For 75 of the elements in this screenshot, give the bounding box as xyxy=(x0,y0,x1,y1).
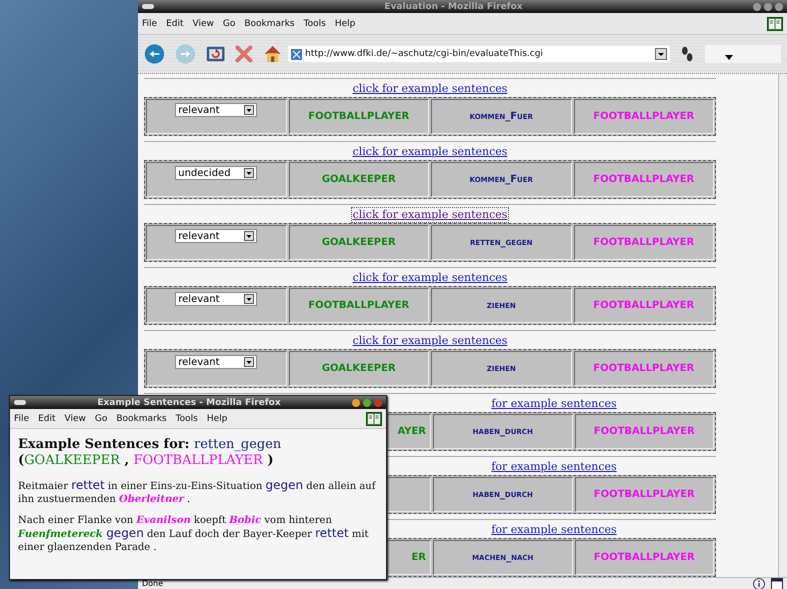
table-cell: FOOTBALLPLAYER xyxy=(574,225,714,260)
menu-item[interactable]: Bookmarks xyxy=(116,414,167,424)
table-cell: FOOTBALLPLAYER xyxy=(574,99,714,134)
menu-item[interactable]: File xyxy=(142,18,158,28)
table-cell: FOOTBALLPLAYER xyxy=(574,351,714,386)
example-sentence: Reitmaier rettet in einer Eins-zu-Eins-Situation gegen den allein auf ihn zustuermenden Oberleitner . xyxy=(18,479,377,506)
menu-item[interactable]: Tools xyxy=(176,414,198,424)
menu-item[interactable]: Help xyxy=(334,18,356,28)
table-cell: retten_gegen xyxy=(431,225,572,260)
table-cell: ziehen xyxy=(431,351,572,386)
close-button[interactable] xyxy=(374,398,382,406)
relevance-select[interactable]: relevant xyxy=(175,103,258,117)
caret-icon xyxy=(724,55,733,60)
table-cell: FOOTBALLPLAYER xyxy=(574,477,714,512)
menu-item[interactable]: View xyxy=(192,18,214,28)
table-cell: haben_durch xyxy=(433,477,572,512)
example-sentences-link[interactable]: for example sentences xyxy=(489,522,619,538)
address-field[interactable]: http://www.dfki.de/~aschutz/cgi-bin/evaluateThis.cgi xyxy=(288,46,670,62)
menu-item[interactable]: Edit xyxy=(38,414,56,424)
book-icon xyxy=(767,16,783,30)
table-cell: machen_nach xyxy=(433,540,572,575)
table-cell: GOALKEEPER xyxy=(288,351,429,386)
example-sentences-link[interactable]: click for example sentences xyxy=(350,270,510,286)
table-cell: FOOTBALLPLAYER xyxy=(574,414,714,449)
menu-item[interactable]: Edit xyxy=(166,18,184,28)
stop-button[interactable] xyxy=(235,43,253,65)
dropdown-button[interactable] xyxy=(655,48,668,60)
table-cell: ziehen xyxy=(431,288,572,323)
relevance-select[interactable]: relevant xyxy=(175,229,258,243)
menu-item[interactable]: Tools xyxy=(304,18,326,28)
heading: Example Sentences for: retten_gegen (GOALKEEPER , FOOTBALLPLAYER ) xyxy=(18,437,282,469)
example-sentences-link[interactable]: for example sentences xyxy=(489,459,619,475)
search-field[interactable] xyxy=(704,45,781,63)
relevance-select[interactable]: relevant xyxy=(175,292,258,306)
menu-item[interactable]: Go xyxy=(222,18,236,28)
dropdown-button[interactable] xyxy=(244,357,254,367)
relevance-select[interactable]: undecided xyxy=(175,166,258,180)
dropdown-button[interactable] xyxy=(244,231,254,241)
status-text: Done xyxy=(142,579,164,588)
window-title: Example Sentences - Mozilla Firefox xyxy=(96,398,282,408)
table-cell: kommen_Fuer xyxy=(431,99,572,134)
example-sentences-link[interactable]: click for example sentences xyxy=(350,333,510,349)
page-icon xyxy=(291,48,302,60)
dropdown-button[interactable] xyxy=(244,168,254,178)
book-icon xyxy=(366,412,382,426)
go-footprints-icon[interactable] xyxy=(680,44,695,64)
table-cell: FOOTBALLPLAYER xyxy=(288,99,429,134)
table-cell: GOALKEEPER xyxy=(288,225,429,260)
close-button[interactable] xyxy=(775,2,783,10)
table-cell: FOOTBALLPLAYER xyxy=(574,162,714,197)
menu-item[interactable]: View xyxy=(64,414,86,424)
table-cell: FOOTBALLPLAYER xyxy=(574,288,714,323)
example-sentences-link[interactable]: click for example sentences xyxy=(350,144,510,160)
menu-item[interactable]: File xyxy=(14,414,30,424)
window-title: Evaluation - Mozilla Firefox xyxy=(383,2,524,12)
window-menu-icon[interactable] xyxy=(14,400,26,405)
table-cell: GOALKEEPER xyxy=(288,162,429,197)
minimize-button[interactable] xyxy=(352,398,360,406)
table-cell: haben_durch xyxy=(433,414,572,449)
example-sentences-link[interactable]: for example sentences xyxy=(489,396,619,412)
example-sentences-link[interactable]: click for example sentences xyxy=(350,81,510,97)
scrollbar[interactable] xyxy=(778,74,787,577)
minimize-button[interactable] xyxy=(753,2,761,10)
window-menu-icon[interactable] xyxy=(142,4,154,9)
dropdown-button[interactable] xyxy=(244,294,254,304)
relevance-select[interactable]: relevant xyxy=(175,355,258,369)
menu-item[interactable]: Help xyxy=(206,414,228,424)
maximize-button[interactable] xyxy=(363,398,371,406)
menu-item[interactable]: Bookmarks xyxy=(244,18,295,28)
table-cell: FOOTBALLPLAYER xyxy=(288,288,429,323)
table-cell: FOOTBALLPLAYER xyxy=(574,540,714,575)
table-cell: kommen_Fuer xyxy=(431,162,572,197)
maximize-button[interactable] xyxy=(764,2,772,10)
dropdown-button[interactable] xyxy=(244,105,254,115)
menu-item[interactable]: Go xyxy=(94,414,108,424)
